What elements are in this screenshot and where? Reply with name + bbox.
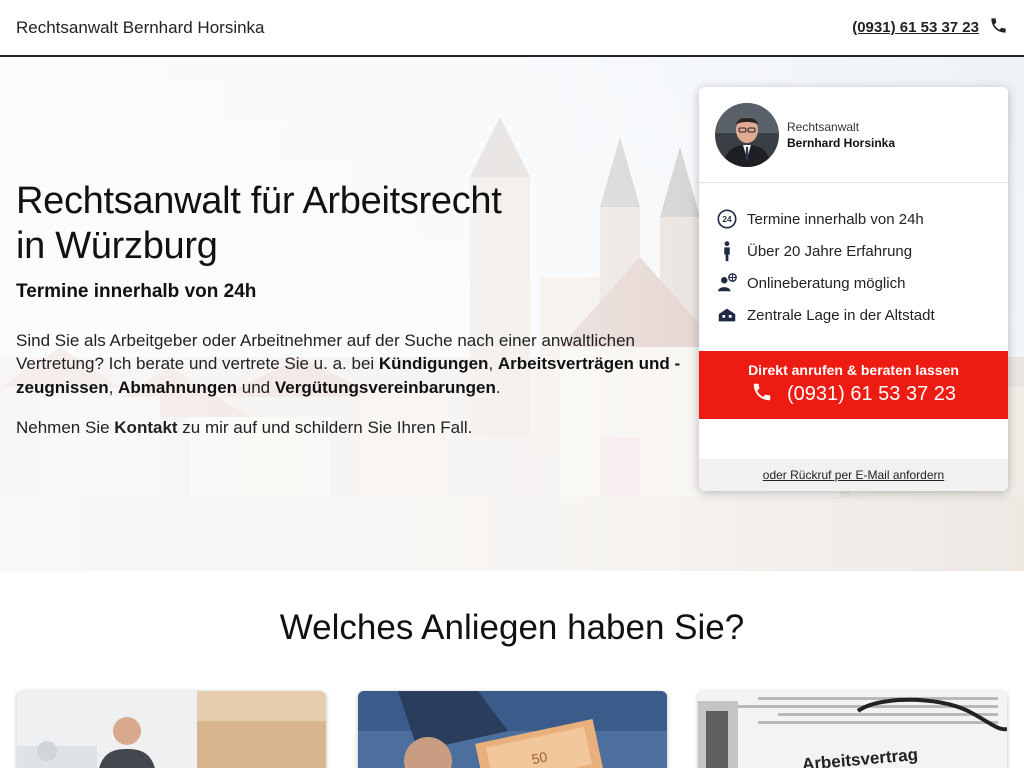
feature-item: Onlineberatung möglich [715, 267, 992, 299]
title-line-2: in Würzburg [16, 224, 218, 267]
lawyer-profile: Rechtsanwalt Bernhard Horsinka [699, 87, 1008, 183]
header-phone-link[interactable]: (0931) 61 53 37 23 [852, 19, 979, 36]
hero-subtitle: Termine innerhalb von 24h [16, 280, 257, 302]
cta-label: Direkt anrufen & beraten lassen [748, 361, 959, 378]
feature-label: Zentrale Lage in der Altstadt [747, 306, 935, 324]
service-tiles: 50 Arbeitsvertrag [17, 691, 1007, 768]
section-title: Welches Anliegen haben Sie? [279, 608, 745, 647]
feature-item: 24 Termine innerhalb von 24h [715, 203, 992, 235]
avatar [715, 102, 779, 167]
house-icon [715, 303, 739, 327]
lawyer-name: Bernhard Horsinka [787, 135, 896, 150]
cta-phone-number: (0931) 61 53 37 23 [786, 383, 957, 405]
person-briefcase-icon [715, 239, 739, 263]
phone-icon [751, 381, 773, 409]
clock-24h-icon: 24 [715, 207, 739, 231]
lawyer-name-block: Rechtsanwalt Bernhard Horsinka [787, 120, 895, 150]
online-consult-icon [715, 271, 739, 295]
keyword-abmahnungen: Abmahnungen [118, 378, 238, 398]
callback-email-link[interactable]: oder Rückruf per E-Mail anfordern [763, 468, 944, 482]
callback-footer: oder Rückruf per E-Mail anfordern [699, 459, 1008, 491]
phone-icon[interactable] [989, 16, 1008, 40]
feature-list: 24 Termine innerhalb von 24h Über 20 Jah… [699, 183, 1008, 331]
call-now-button[interactable]: Direkt anrufen & beraten lassen (0931) 6… [699, 351, 1008, 419]
feature-item: Über 20 Jahre Erfahrung [715, 235, 992, 267]
feature-label: Über 20 Jahre Erfahrung [747, 242, 913, 260]
brand-link[interactable]: Rechtsanwalt Bernhard Horsinka [16, 18, 265, 38]
tile-euro-banknotes[interactable]: 50 [358, 691, 667, 768]
contact-card: Rechtsanwalt Bernhard Horsinka 24 Termin… [699, 87, 1008, 491]
hero-intro-text: Sind Sie als Arbeitgeber oder Arbeitnehm… [16, 330, 681, 398]
feature-label: Onlineberatung möglich [747, 274, 906, 292]
title-line-1: Rechtsanwalt für Arbeitsrecht [16, 180, 502, 222]
header-phone: (0931) 61 53 37 23 [852, 16, 1008, 40]
site-header: Rechtsanwalt Bernhard Horsinka (0931) 61… [0, 0, 1024, 57]
svg-text:24: 24 [722, 215, 732, 224]
hero-contact-text: Nehmen Sie Kontakt zu mir auf und schild… [16, 418, 473, 438]
cta-phone: (0931) 61 53 37 23 [751, 381, 956, 409]
tile-arbeitsvertrag[interactable]: Arbeitsvertrag [698, 691, 1007, 768]
keyword-kuendigungen: Kündigungen [378, 354, 489, 374]
lawyer-role: Rechtsanwalt [787, 119, 860, 134]
hero-content: Rechtsanwalt für Arbeitsrecht in Würzbur… [16, 179, 686, 440]
feature-item: Zentrale Lage in der Altstadt [715, 299, 992, 331]
contact-keyword[interactable]: Kontakt [114, 418, 177, 437]
page-title: Rechtsanwalt für Arbeitsrecht in Würzbur… [16, 179, 686, 269]
tile-office-meeting[interactable] [17, 691, 326, 768]
keyword-verguetung: Vergütungsvereinbarungen [274, 378, 496, 398]
feature-label: Termine innerhalb von 24h [747, 210, 924, 228]
